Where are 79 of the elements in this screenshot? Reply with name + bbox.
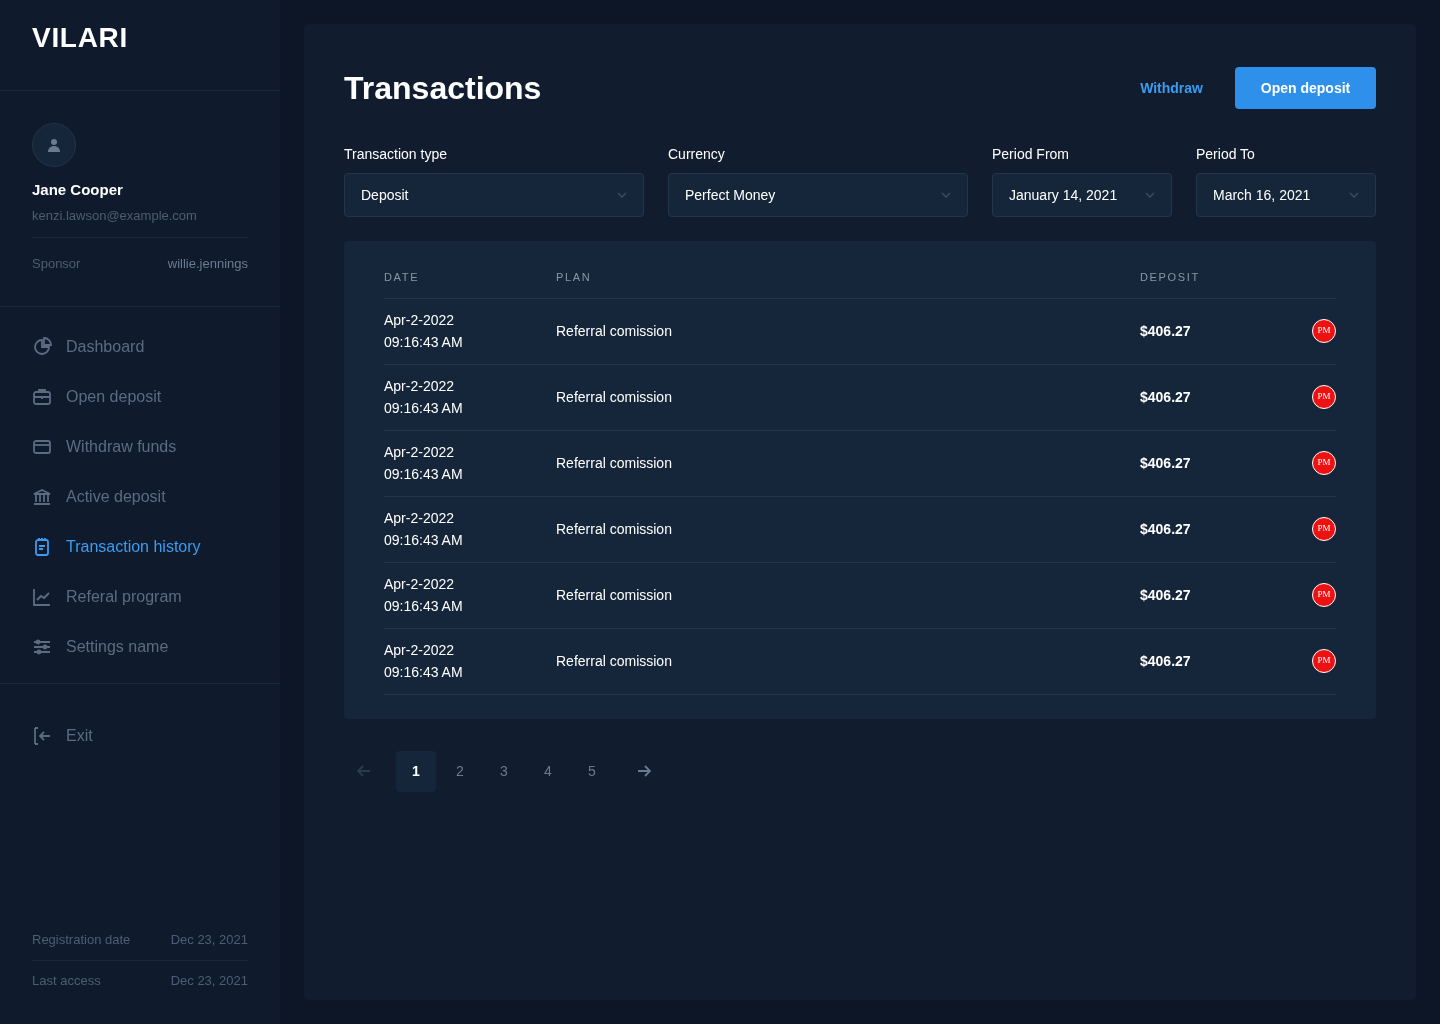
dropdown[interactable]: March 16, 2021 [1196, 173, 1376, 217]
page-button[interactable]: 2 [440, 750, 480, 792]
plan-cell-text: Referral comission [556, 651, 673, 671]
exit-icon [32, 725, 52, 746]
page-button[interactable]: 1 [396, 750, 436, 792]
time-cell-text: 09:16:43 AM [384, 597, 464, 616]
pie-chart-icon [32, 336, 52, 357]
nav-item[interactable]: Open deposit [32, 384, 248, 409]
page-button[interactable]: 4 [528, 750, 568, 792]
bank-icon [32, 486, 52, 507]
time-cell-text: 09:16:43 AM [384, 465, 464, 484]
plan-cell-text: Referral comission [556, 585, 673, 605]
chevron-down-icon [1145, 192, 1155, 198]
time-cell-text: 09:16:43 AM [384, 333, 464, 352]
time-cell-text: 09:16:43 AM [384, 663, 464, 682]
filter-label: Period To [1196, 145, 1256, 164]
exit-link[interactable]: Exit [32, 723, 248, 748]
nav-item[interactable]: Transaction history [32, 534, 248, 559]
sponsor-value: willie.jennings [167, 255, 248, 273]
dropdown[interactable]: January 14, 2021 [992, 173, 1172, 217]
meta-label: Registration date [32, 931, 131, 949]
page-title: Transactions [344, 69, 542, 108]
arrow-right-icon [637, 765, 651, 777]
time-cell-text: 09:16:43 AM [384, 531, 464, 550]
nav-item[interactable]: Referal program [32, 584, 248, 609]
currency-badge: PM [1312, 517, 1336, 541]
currency-badge: PM [1312, 583, 1336, 607]
date-cell-text: Apr-2-2022 [384, 443, 456, 462]
deposit-amount: $406.27 [1140, 519, 1192, 539]
deposit-amount: $406.27 [1140, 321, 1192, 341]
currency-badge: PM [1312, 319, 1336, 343]
plan-cell-text: Referral comission [556, 321, 673, 341]
filter-label: Transaction type [344, 145, 448, 164]
nav-item[interactable]: Withdraw funds [32, 434, 248, 459]
dropdown[interactable]: Perfect Money [668, 173, 968, 217]
user-icon [47, 138, 61, 152]
date-cell-text: Apr-2-2022 [384, 575, 456, 594]
page-button[interactable]: 3 [484, 750, 524, 792]
nav-item[interactable]: Settings name [32, 634, 248, 659]
date-cell-text: Apr-2-2022 [384, 509, 456, 528]
brand-logo: VILARI [32, 22, 128, 53]
filter-label: Period From [992, 145, 1071, 164]
deposit-amount: $406.27 [1140, 651, 1192, 671]
user-name: Jane Cooper [32, 180, 124, 200]
deposit-amount: $406.27 [1140, 453, 1192, 473]
nav-item[interactable]: Active deposit [32, 484, 248, 509]
chevron-down-icon [617, 192, 627, 198]
date-cell-text: Apr-2-2022 [384, 641, 456, 660]
plan-cell-text: Referral comission [556, 387, 673, 407]
currency-badge: PM [1312, 649, 1336, 673]
meta-value: Dec 23, 2021 [170, 971, 248, 990]
briefcase-icon [32, 386, 52, 407]
date-cell-text: Apr-2-2022 [384, 311, 456, 330]
column-header: PLAN [556, 270, 593, 285]
deposit-amount: $406.27 [1140, 585, 1192, 605]
chevron-down-icon [941, 192, 951, 198]
nav-item[interactable]: Dashboard [32, 334, 248, 359]
open-deposit-button[interactable]: Open deposit [1235, 67, 1376, 109]
withdraw-link[interactable]: Withdraw [1140, 77, 1203, 99]
notepad-icon [32, 536, 52, 557]
column-header: DEPOSIT [1140, 270, 1201, 285]
date-cell-text: Apr-2-2022 [384, 377, 456, 396]
plan-cell-text: Referral comission [556, 453, 673, 473]
chevron-down-icon [1349, 192, 1359, 198]
sponsor-label: Sponsor [32, 255, 81, 273]
plan-cell-text: Referral comission [556, 519, 673, 539]
line-chart-icon [32, 586, 52, 607]
currency-badge: PM [1312, 385, 1336, 409]
deposit-amount: $406.27 [1140, 387, 1192, 407]
meta-value: Dec 23, 2021 [170, 931, 248, 949]
page-button[interactable]: 5 [572, 750, 612, 792]
dropdown[interactable]: Deposit [344, 173, 644, 217]
currency-badge: PM [1312, 451, 1336, 475]
time-cell-text: 09:16:43 AM [384, 399, 464, 418]
arrow-left-icon [357, 765, 371, 777]
filter-label: Currency [668, 145, 726, 164]
meta-label: Last access [32, 971, 101, 990]
user-email: kenzi.lawson@example.com [32, 205, 248, 238]
column-header: DATE [384, 270, 421, 285]
